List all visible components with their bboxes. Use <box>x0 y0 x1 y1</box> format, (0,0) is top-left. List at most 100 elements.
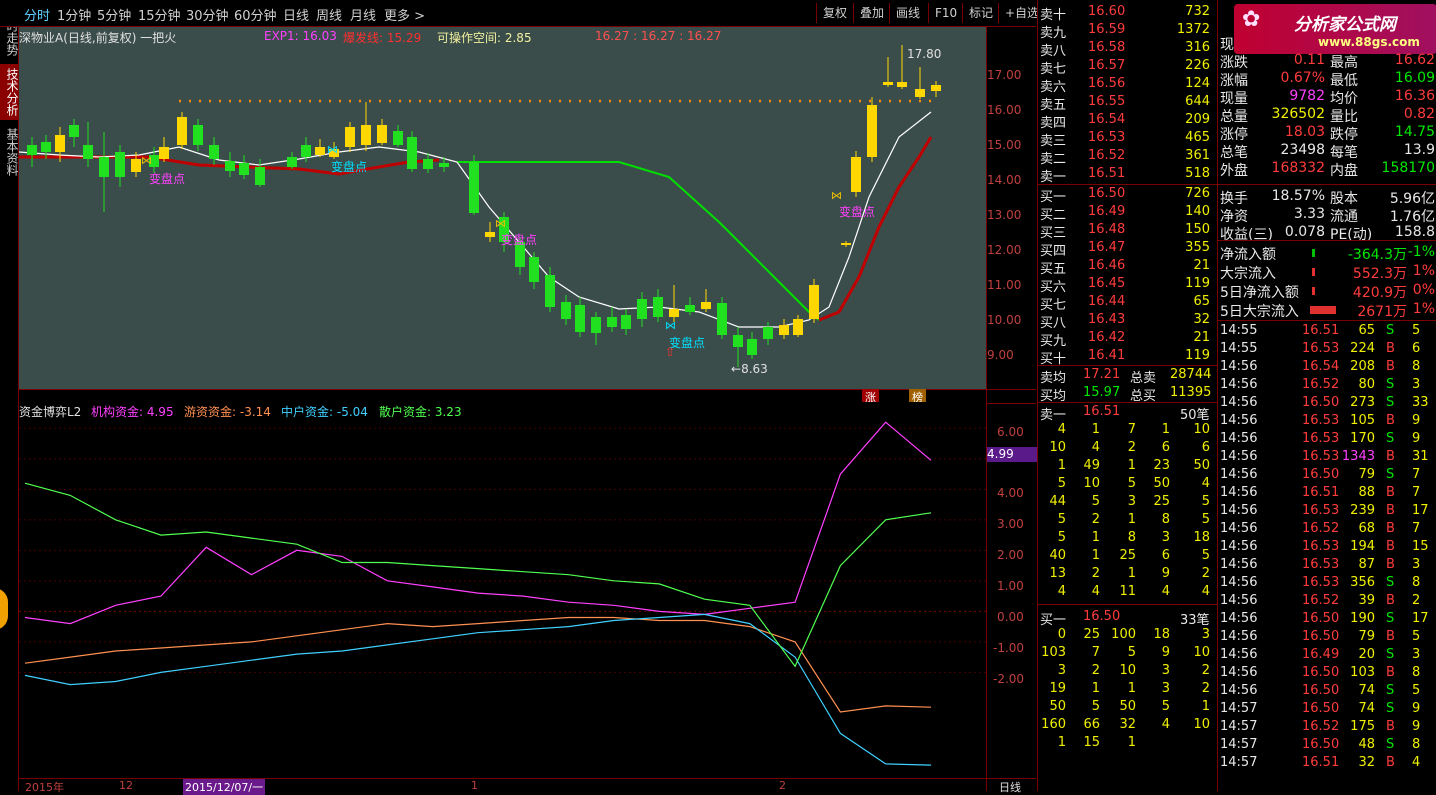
mark-button[interactable]: 标记 <box>962 3 999 23</box>
level-label: 卖五 <box>1040 98 1067 113</box>
candle-body <box>779 325 789 335</box>
period-1min[interactable]: 1分钟 <box>57 5 91 24</box>
level-volume: 65 <box>1193 294 1210 309</box>
buy-level-row[interactable]: 买四 16.47 355 <box>1038 240 1218 259</box>
queue-row: 40 1 25 6 5 <box>1038 548 1218 566</box>
queue-row: 1 49 1 23 50 <box>1038 458 1218 476</box>
candle-body <box>377 125 387 143</box>
draw-line-button[interactable]: 画线 <box>889 3 926 23</box>
flower-icon: ✿ <box>1242 7 1261 32</box>
buy-level-row[interactable]: 买九 16.42 21 <box>1038 330 1218 349</box>
sell-level-row[interactable]: 卖八 16.58 316 <box>1038 40 1218 59</box>
candle-body <box>701 302 711 309</box>
candle-body <box>867 105 877 157</box>
sell-level-row[interactable]: 卖一 16.51 518 <box>1038 166 1218 185</box>
queue-row: 4 1 7 1 10 <box>1038 422 1218 440</box>
buy-arrow-icon: ⇧ <box>665 345 676 359</box>
queue-cell: 50 <box>1049 699 1066 714</box>
quote-stat-row: 总笔 23498 每笔 13.9 <box>1218 142 1436 161</box>
tick-price: 16.51 <box>1302 323 1340 338</box>
period-more[interactable]: 更多 > <box>384 5 425 24</box>
fund-flow-row: 5日大宗流入 2671万 1% <box>1218 301 1436 320</box>
period-weekly[interactable]: 周线 <box>316 5 342 24</box>
date-label: 1 <box>471 779 478 792</box>
period-30min[interactable]: 30分钟 <box>186 5 229 24</box>
level-price: 16.58 <box>1088 40 1126 55</box>
buy-level-row[interactable]: 买二 16.49 140 <box>1038 204 1218 223</box>
kline-chart[interactable]: 深物业A(日线,前复权) 一把火 EXP1: 16.03 爆发线: 15.29 … <box>19 27 986 389</box>
tick-volume: 190 <box>1350 611 1375 626</box>
sell-level-row[interactable]: 卖四 16.54 209 <box>1038 112 1218 131</box>
tick-side: S <box>1386 467 1395 482</box>
candle-body <box>287 157 297 167</box>
overlay-button[interactable]: 叠加 <box>853 3 890 23</box>
sell-level-row[interactable]: 卖七 16.57 226 <box>1038 58 1218 77</box>
stat-value: 23498 <box>1280 142 1325 158</box>
queue-cell: 10 <box>1193 422 1210 437</box>
operation-space-label: 可操作空间: 2.85 <box>437 31 532 45</box>
queue-cell: 3 <box>1201 627 1210 642</box>
tick-count: 8 <box>1412 359 1421 374</box>
tick-count: 5 <box>1412 323 1421 338</box>
queue-cell: 6 <box>1161 440 1170 455</box>
f10-button[interactable]: F10 <box>928 3 963 23</box>
queue-cell: 4 <box>1057 422 1066 437</box>
stat-label: 换手 <box>1220 191 1248 207</box>
tick-price: 16.54 <box>1302 359 1340 374</box>
tab-technical-analysis[interactable]: 技术分析 <box>0 64 19 120</box>
quote-stat-row: 涨幅 0.67% 最低 16.09 <box>1218 70 1436 89</box>
adjust-button[interactable]: 复权 <box>816 3 853 23</box>
period-monthly[interactable]: 月线 <box>350 5 376 24</box>
buy-level-row[interactable]: 买一 16.50 726 <box>1038 186 1218 205</box>
tick-price: 16.51 <box>1302 755 1340 770</box>
level-price: 16.48 <box>1088 222 1126 237</box>
sell-level-row[interactable]: 卖六 16.56 124 <box>1038 76 1218 95</box>
candle-body <box>915 89 925 97</box>
sell-level-row[interactable]: 卖十 16.60 732 <box>1038 4 1218 23</box>
buy-level-row[interactable]: 买七 16.44 65 <box>1038 294 1218 313</box>
queue-cell: 100 <box>1111 627 1136 642</box>
rise-line-red <box>818 136 933 322</box>
sell-level-row[interactable]: 卖九 16.59 1372 <box>1038 22 1218 41</box>
candle-body <box>763 327 773 339</box>
buy-level-row[interactable]: 买三 16.48 150 <box>1038 222 1218 241</box>
candle-body <box>131 159 141 172</box>
sell-level-row[interactable]: 卖五 16.55 644 <box>1038 94 1218 113</box>
buy-level-row[interactable]: 买六 16.45 119 <box>1038 276 1218 295</box>
sell1-queue-price: 16.51 <box>1083 404 1121 419</box>
queue-cell: 40 <box>1049 548 1066 563</box>
period-indicator[interactable]: 日线 <box>999 779 1021 795</box>
turning-point-label-2: 变盘点 <box>331 160 368 174</box>
buy-level-row[interactable]: 买十 16.41 119 <box>1038 348 1218 367</box>
tick-count: 8 <box>1412 665 1421 680</box>
quote-stat-row: 总量 326502 量比 0.82 <box>1218 106 1436 125</box>
tick-count: 8 <box>1412 737 1421 752</box>
tab-fundamentals[interactable]: 基本资料 <box>0 124 19 180</box>
buy-level-row[interactable]: 买八 16.43 32 <box>1038 312 1218 331</box>
tick-volume: 39 <box>1358 593 1375 608</box>
price-axis: 17.00 16.00 15.00 14.00 13.00 12.00 11.0… <box>986 27 1037 791</box>
stat-label: 内盘 <box>1330 163 1358 179</box>
tick-row: 14:56 16.53 194 B 15 <box>1218 539 1436 557</box>
candle-body <box>851 157 861 192</box>
queue-cell: 10 <box>1119 663 1136 678</box>
queue-cell: 11 <box>1119 584 1136 599</box>
stat-value: 0.67% <box>1280 70 1325 86</box>
flow-tick: -2.00 <box>993 672 1025 686</box>
queue-cell: 25 <box>1083 627 1100 642</box>
sell-level-row[interactable]: 卖三 16.53 465 <box>1038 130 1218 149</box>
queue-cell: 5 <box>1201 548 1210 563</box>
period-intraday[interactable]: 分时 <box>24 5 50 24</box>
fund-flow-chart[interactable]: 资金博弈L2 机构资金: 4.95 游资资金: -3.14 中户资金: -5.0… <box>19 402 986 778</box>
buy-level-row[interactable]: 买五 16.46 21 <box>1038 258 1218 277</box>
period-15min[interactable]: 15分钟 <box>138 5 181 24</box>
sell-level-row[interactable]: 卖二 16.52 361 <box>1038 148 1218 167</box>
tick-volume: 87 <box>1358 557 1375 572</box>
period-daily[interactable]: 日线 <box>283 5 309 24</box>
queue-cell: 0 <box>1057 627 1066 642</box>
divider <box>1218 184 1436 185</box>
stat-label: 最低 <box>1330 73 1358 89</box>
period-5min[interactable]: 5分钟 <box>97 5 131 24</box>
queue-cell: 3 <box>1127 494 1136 509</box>
period-60min[interactable]: 60分钟 <box>234 5 277 24</box>
